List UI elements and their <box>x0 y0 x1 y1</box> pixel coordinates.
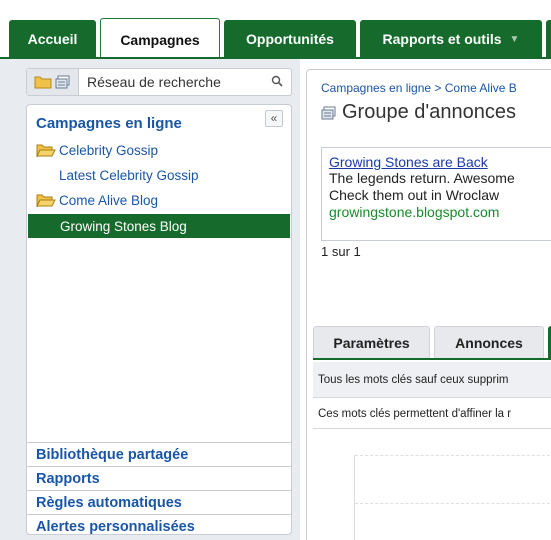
view-toggle[interactable] <box>27 69 79 95</box>
chart-gridline <box>355 503 551 504</box>
open-folder-icon <box>36 144 56 157</box>
sidebar-links: Bibliothèque partagée Rapports Règles au… <box>27 442 291 538</box>
folder-icon[interactable] <box>34 75 52 89</box>
performance-chart-area <box>354 455 551 540</box>
ad-group-icon <box>321 106 336 119</box>
tab-parametres[interactable]: Paramètres <box>313 326 430 358</box>
top-nav: Accueil Campagnes Opportunités Rapports … <box>0 0 551 60</box>
keyword-info: Ces mots clés permettent d'affiner la r <box>313 399 551 429</box>
chevron-down-icon: ▼ <box>509 33 520 45</box>
tab-more[interactable] <box>546 20 551 58</box>
tree-item-label: Come Alive Blog <box>59 192 159 208</box>
tab-rapports-et-outils[interactable]: Rapports et outils ▼ <box>360 20 542 58</box>
tab-opportunites[interactable]: Opportunités <box>224 20 356 58</box>
tree-item-label: Growing Stones Blog <box>60 218 187 234</box>
sidebar-link-alertes[interactable]: Alertes personnalisées <box>27 514 291 538</box>
chart-gridline <box>355 455 551 456</box>
keyword-filter[interactable]: Tous les mots clés sauf ceux supprim <box>313 362 551 398</box>
tab-label: Campagnes <box>120 31 200 48</box>
ad-display-url: growingstone.blogspot.com <box>329 204 500 220</box>
ad-description-line2: Check them out in Wroclaw <box>329 187 500 203</box>
page-title-text: Groupe d'annonces <box>342 101 516 123</box>
tab-annonces[interactable]: Annonces <box>434 326 544 358</box>
tree-item-label: Latest Celebrity Gossip <box>59 167 199 183</box>
tab-campagnes[interactable]: Campagnes <box>100 18 220 60</box>
sidebar-link-rapports[interactable]: Rapports <box>27 466 291 490</box>
campaign-tree: Campagnes en ligne « Celebrity Gossip La… <box>26 104 292 535</box>
tree-item-label: Celebrity Gossip <box>59 142 159 158</box>
ad-preview: Growing Stones are Back The legends retu… <box>321 147 551 241</box>
main-content: Campagnes en ligne > Come Alive B Groupe… <box>306 59 551 540</box>
tab-label: Accueil <box>27 31 78 47</box>
sidebar-link-regles[interactable]: Règles automatiques <box>27 490 291 514</box>
tree-item-celebrity-gossip[interactable]: Celebrity Gossip <box>27 138 291 162</box>
page-title: Groupe d'annonces <box>321 101 516 124</box>
search-icon[interactable] <box>271 75 283 87</box>
collapse-sidebar-button[interactable]: « <box>265 110 283 127</box>
search-input[interactable] <box>87 73 257 91</box>
tab-accueil[interactable]: Accueil <box>9 20 96 58</box>
tab-label: Annonces <box>455 334 523 351</box>
tab-label: Rapports et outils <box>382 31 502 47</box>
tree-item-growing-stones-blog[interactable]: Growing Stones Blog <box>28 214 290 238</box>
breadcrumb[interactable]: Campagnes en ligne > Come Alive B <box>321 81 517 95</box>
ad-headline[interactable]: Growing Stones are Back <box>329 154 551 170</box>
tab-label: Opportunités <box>246 31 334 47</box>
tree-title[interactable]: Campagnes en ligne <box>36 115 182 132</box>
ad-pager: 1 sur 1 <box>321 244 361 259</box>
list-view-icon[interactable] <box>55 75 71 89</box>
tree-item-come-alive-blog[interactable]: Come Alive Blog <box>27 188 291 212</box>
tab-label: Paramètres <box>333 334 410 351</box>
sidebar-link-bibliotheque[interactable]: Bibliothèque partagée <box>27 442 291 466</box>
tree-item-latest-celebrity-gossip[interactable]: Latest Celebrity Gossip <box>27 163 291 187</box>
left-sidebar: Campagnes en ligne « Celebrity Gossip La… <box>0 59 300 540</box>
sidebar-search <box>26 68 292 96</box>
content-tabs: Paramètres Annonces <box>313 326 551 360</box>
open-folder-icon <box>36 194 56 207</box>
ad-description-line1: The legends return. Awesome <box>329 170 515 186</box>
